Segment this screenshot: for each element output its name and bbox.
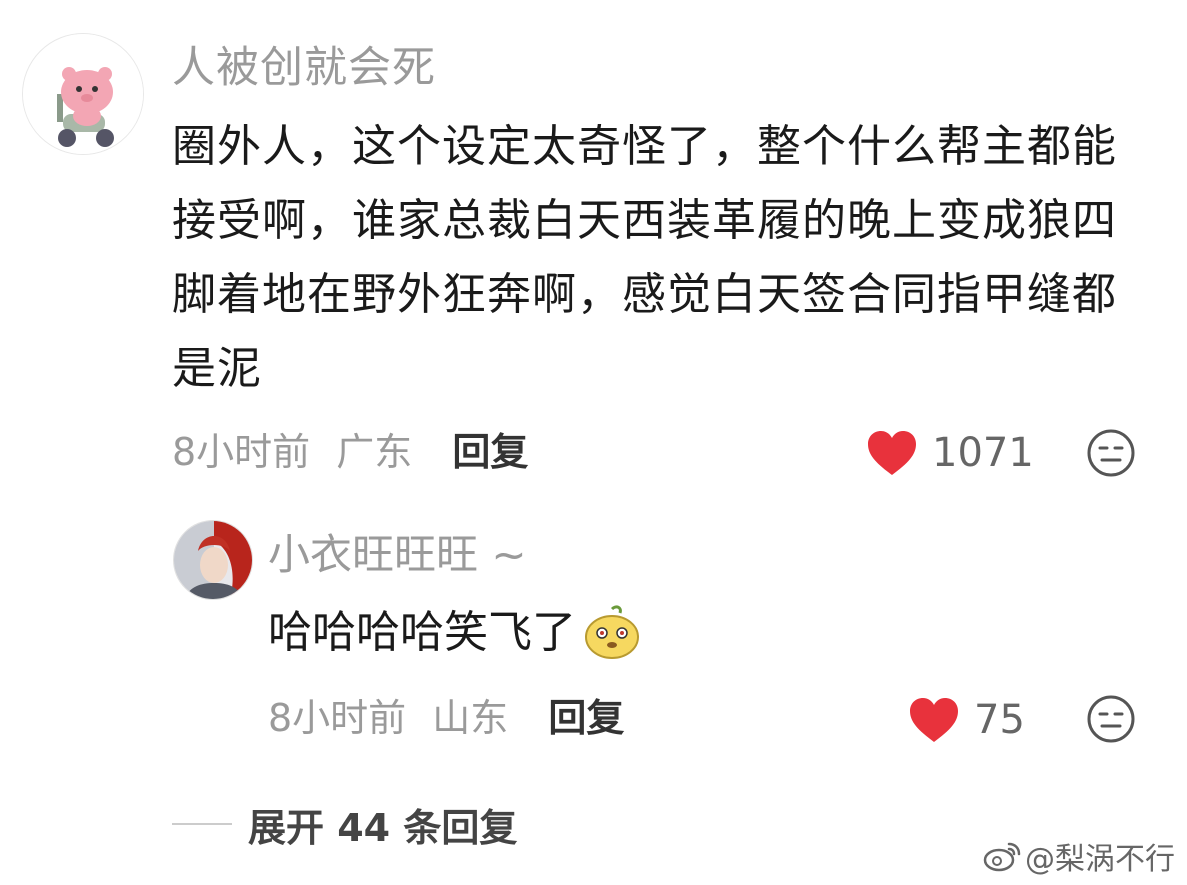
watermark-text: @梨涡不行 bbox=[1025, 842, 1175, 877]
reply-meta: 8小时前 山东 回复 bbox=[268, 694, 624, 742]
reply-like-count: 75 bbox=[974, 697, 1025, 743]
like-button[interactable]: 1071 bbox=[866, 425, 1034, 481]
red-hair-character-icon bbox=[174, 521, 252, 599]
weibo-icon bbox=[983, 842, 1021, 872]
reply-username[interactable]: 小衣旺旺旺 ~ bbox=[268, 528, 527, 582]
meh-face-icon[interactable] bbox=[1086, 428, 1136, 478]
heart-icon bbox=[910, 698, 958, 742]
comment-text: 圈外人，这个设定太奇怪了，整个什么帮主都能接受啊，谁家总裁白天西装革履的晚上变成… bbox=[172, 121, 1117, 394]
expand-replies-label: 展开 44 条回复 bbox=[248, 805, 518, 850]
meh-face-icon[interactable] bbox=[1086, 694, 1136, 744]
comment-location: 广东 bbox=[336, 430, 413, 474]
reply-location: 山东 bbox=[432, 696, 509, 740]
comment-thread: 人被创就会死 圈外人，这个设定太奇怪了，整个什么帮主都能接受啊，谁家总裁白天西装… bbox=[0, 0, 1187, 885]
comment-time: 8小时前 bbox=[172, 430, 311, 474]
reply-button[interactable]: 回复 bbox=[452, 430, 528, 474]
expand-replies-button[interactable]: 展开 44 条回复 bbox=[172, 798, 517, 850]
yellow-blob-emoji-icon bbox=[585, 605, 639, 659]
heart-icon bbox=[868, 431, 916, 475]
watermark: @梨涡不行 bbox=[983, 836, 1175, 877]
comment-username[interactable]: 人被创就会死 bbox=[172, 40, 436, 96]
avatar[interactable] bbox=[22, 33, 144, 155]
comment-meta: 8小时前 广东 回复 bbox=[172, 428, 528, 476]
like-count: 1071 bbox=[932, 430, 1034, 476]
reply-time: 8小时前 bbox=[268, 696, 407, 740]
reply-text: 哈哈哈哈笑飞了 bbox=[268, 607, 576, 658]
reply-reply-button[interactable]: 回复 bbox=[548, 696, 624, 740]
reply-text-row: 哈哈哈哈笑飞了 bbox=[268, 603, 642, 663]
divider bbox=[172, 823, 232, 825]
reply-avatar[interactable] bbox=[173, 520, 253, 600]
reply-like-button[interactable]: 75 bbox=[908, 692, 1025, 748]
pink-bear-avatar-icon bbox=[23, 34, 143, 154]
